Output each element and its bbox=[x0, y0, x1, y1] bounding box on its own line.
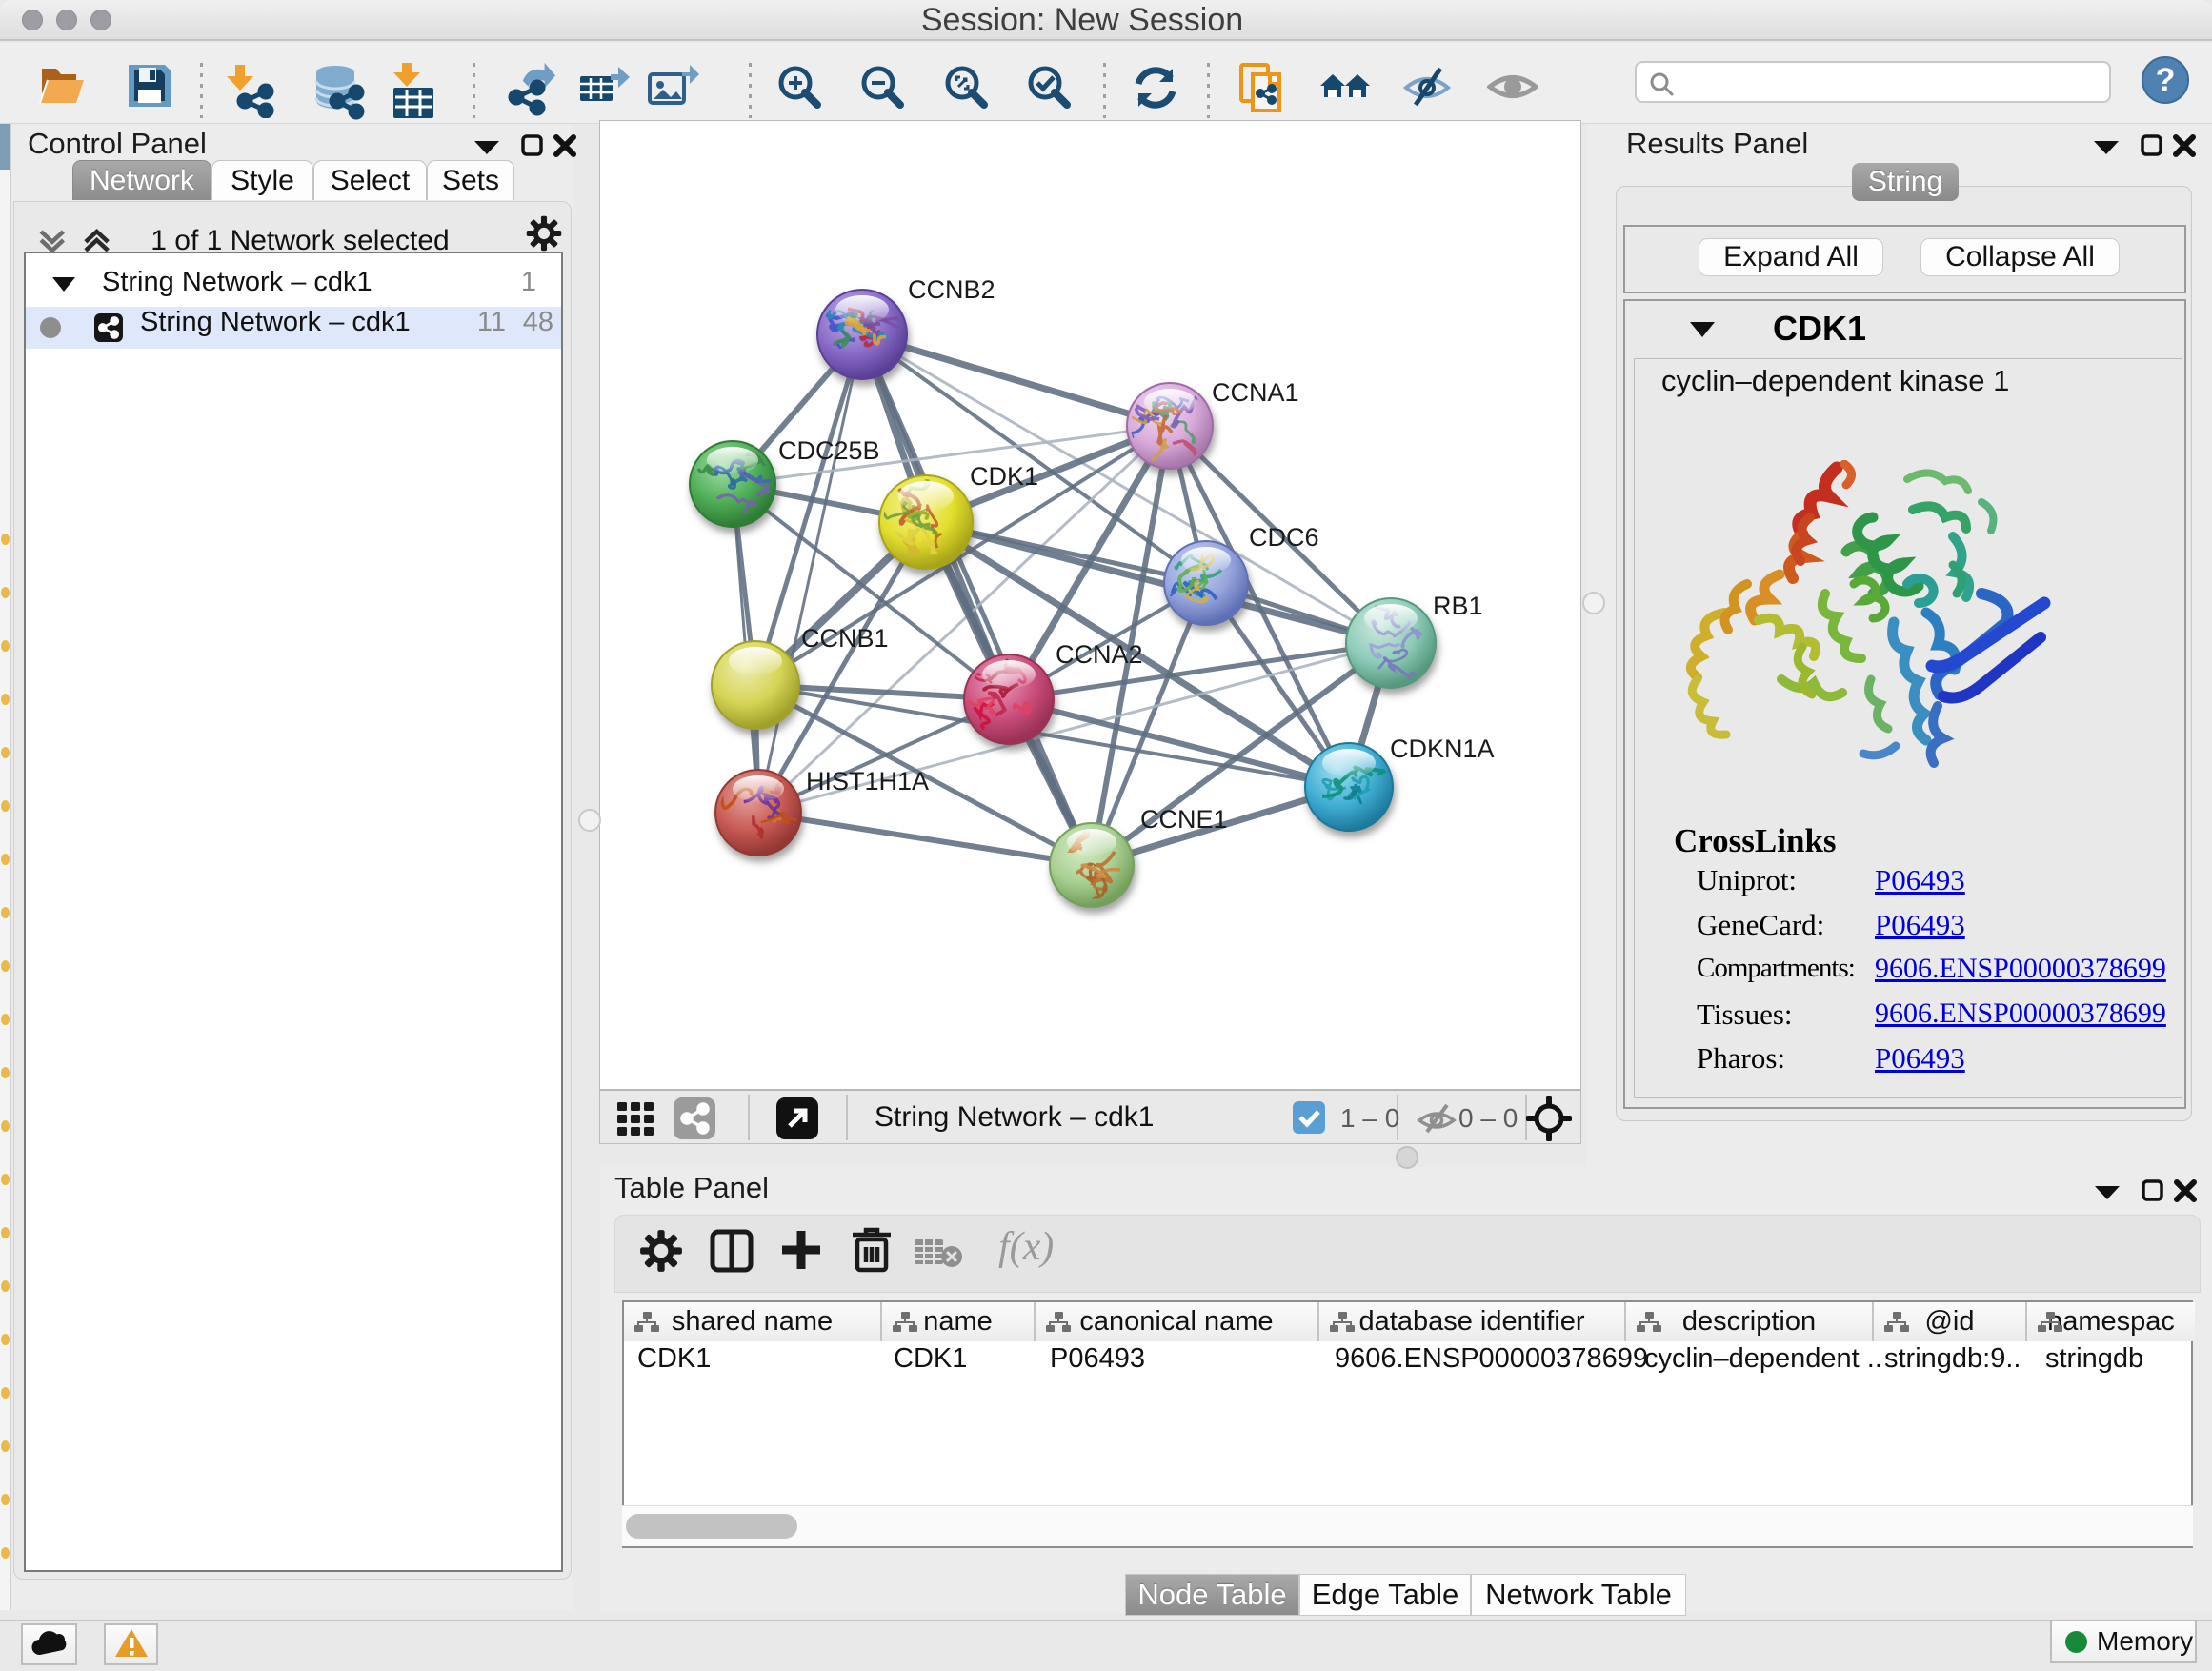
svg-text:RB1: RB1 bbox=[1433, 592, 1483, 620]
svg-text:CCNE1: CCNE1 bbox=[1140, 805, 1228, 834]
svg-text:CCNA2: CCNA2 bbox=[1056, 640, 1143, 669]
svg-text:CCNA1: CCNA1 bbox=[1212, 378, 1299, 407]
svg-text:CDC6: CDC6 bbox=[1249, 523, 1319, 552]
svg-text:CCNB1: CCNB1 bbox=[801, 624, 889, 653]
svg-text:CDK1: CDK1 bbox=[970, 462, 1038, 491]
svg-text:CCNB2: CCNB2 bbox=[908, 275, 995, 304]
svg-text:HIST1H1A: HIST1H1A bbox=[806, 767, 929, 795]
svg-text:?: ? bbox=[2156, 62, 2176, 98]
svg-text:CDC25B: CDC25B bbox=[778, 436, 880, 465]
svg-text:CDKN1A: CDKN1A bbox=[1390, 735, 1495, 763]
